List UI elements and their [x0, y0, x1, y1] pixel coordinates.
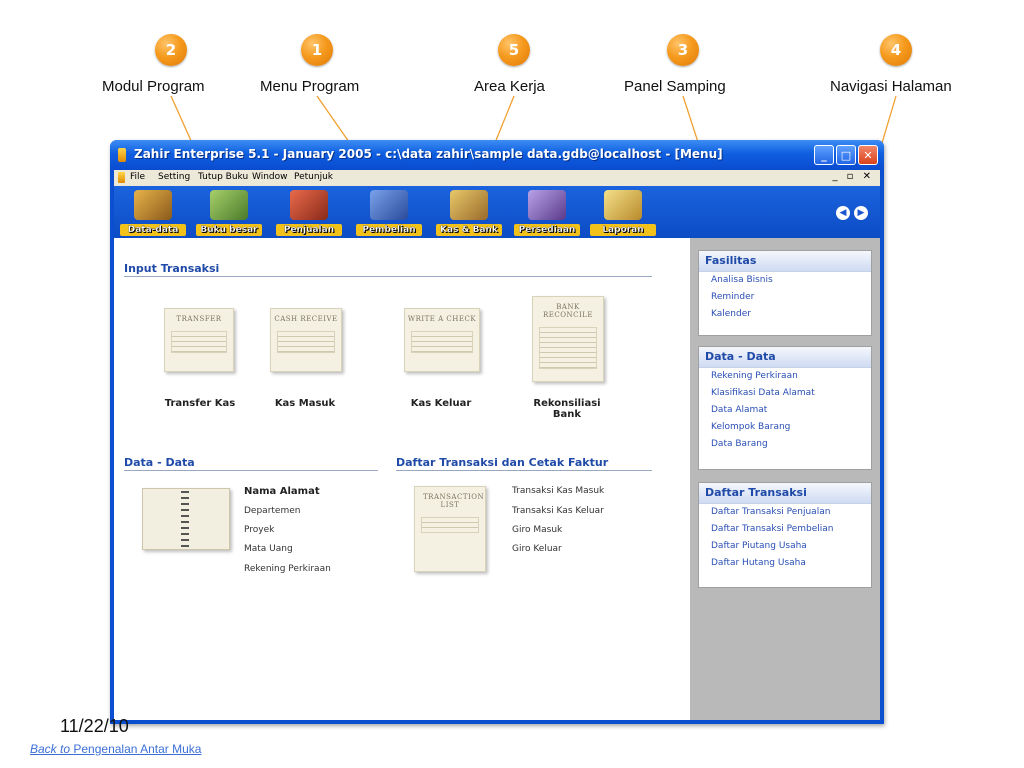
- section-divider: [396, 470, 652, 471]
- callout-label-modul-program: Modul Program: [102, 78, 205, 95]
- section-title-data-data: Data - Data: [124, 456, 195, 469]
- module-pembelian-button[interactable]: Pembelian: [356, 190, 422, 236]
- kas-masuk-label[interactable]: Kas Masuk: [255, 398, 355, 409]
- module-buku-besar-button[interactable]: Buku besar: [196, 190, 262, 236]
- section-divider: [124, 276, 652, 277]
- side-link-kelompok-barang[interactable]: Kelompok Barang: [699, 419, 871, 436]
- callout-badge-2: 2: [155, 34, 187, 66]
- menu-bar: File Setting Tutup Buku Window Petunjuk …: [114, 170, 880, 186]
- app-icon: [118, 148, 126, 162]
- menu-item-file[interactable]: File: [130, 172, 145, 182]
- module-toolbar: Data-data Buku besar Penjualan Pembelian…: [114, 186, 880, 238]
- panel-title-fasilitas: Fasilitas: [699, 251, 871, 272]
- minimize-button[interactable]: _: [814, 145, 834, 165]
- menu-item-window[interactable]: Window: [252, 172, 288, 182]
- notebook-icon[interactable]: [142, 488, 230, 550]
- data-link-nama-alamat[interactable]: Nama Alamat: [244, 486, 320, 497]
- panel-data-data: Data - Data Rekening Perkiraan Klasifika…: [698, 346, 872, 470]
- menu-item-petunjuk[interactable]: Petunjuk: [294, 172, 333, 182]
- tools-icon: [134, 190, 172, 220]
- page-prev-button[interactable]: ◀: [836, 206, 850, 220]
- transfer-kas-card[interactable]: TRANSFER: [164, 308, 234, 372]
- page-next-button[interactable]: ▶: [854, 206, 868, 220]
- module-data-data-button[interactable]: Data-data: [120, 190, 186, 236]
- module-penjualan-button[interactable]: Penjualan: [276, 190, 342, 236]
- side-link-kalender[interactable]: Kalender: [699, 306, 871, 323]
- side-panel: Fasilitas Analisa Bisnis Reminder Kalend…: [690, 238, 880, 720]
- panel-title-data-data: Data - Data: [699, 347, 871, 368]
- section-title-input-transaksi: Input Transaksi: [124, 262, 220, 275]
- cart-icon: [370, 190, 408, 220]
- module-persediaan-button[interactable]: Persediaan: [514, 190, 580, 236]
- kas-masuk-card[interactable]: CASH RECEIVE: [270, 308, 342, 372]
- kas-keluar-card[interactable]: WRITE A CHECK: [404, 308, 480, 372]
- work-area: Input Transaksi TRANSFER Transfer Kas CA…: [114, 238, 690, 720]
- daftar-link-giro-masuk[interactable]: Giro Masuk: [512, 525, 562, 535]
- inventory-icon: [528, 190, 566, 220]
- callout-badge-5: 5: [498, 34, 530, 66]
- maximize-button[interactable]: □: [836, 145, 856, 165]
- side-link-daftar-transaksi-pembelian[interactable]: Daftar Transaksi Pembelian: [699, 521, 871, 538]
- side-link-rekening-perkiraan[interactable]: Rekening Perkiraan: [699, 368, 871, 385]
- panel-daftar-transaksi: Daftar Transaksi Daftar Transaksi Penjua…: [698, 482, 872, 588]
- callout-badge-3: 3: [667, 34, 699, 66]
- module-laporan-button[interactable]: Laporan: [590, 190, 656, 236]
- side-link-data-alamat[interactable]: Data Alamat: [699, 402, 871, 419]
- side-link-reminder[interactable]: Reminder: [699, 289, 871, 306]
- report-icon: [604, 190, 642, 220]
- data-link-rekening-perkiraan[interactable]: Rekening Perkiraan: [244, 564, 331, 574]
- rekonsiliasi-bank-label[interactable]: Rekonsiliasi Bank: [522, 398, 612, 420]
- side-link-daftar-piutang-usaha[interactable]: Daftar Piutang Usaha: [699, 538, 871, 555]
- side-link-analisa-bisnis[interactable]: Analisa Bisnis: [699, 272, 871, 289]
- daftar-link-giro-keluar[interactable]: Giro Keluar: [512, 544, 562, 554]
- slide-date: 11/22/10: [60, 716, 129, 736]
- kas-keluar-label[interactable]: Kas Keluar: [391, 398, 491, 409]
- section-divider: [124, 470, 378, 471]
- document-icon: [118, 172, 125, 183]
- shopping-basket-icon: [290, 190, 328, 220]
- callout-badge-1: 1: [301, 34, 333, 66]
- data-link-departemen[interactable]: Departemen: [244, 506, 300, 516]
- side-link-daftar-transaksi-penjualan[interactable]: Daftar Transaksi Penjualan: [699, 504, 871, 521]
- cash-bank-icon: [450, 190, 488, 220]
- menu-item-tutup-buku[interactable]: Tutup Buku: [198, 172, 248, 182]
- rekonsiliasi-bank-card[interactable]: BANK RECONCILE: [532, 296, 604, 382]
- window-title: Zahir Enterprise 5.1 - January 2005 - c:…: [134, 147, 723, 161]
- data-link-proyek[interactable]: Proyek: [244, 525, 274, 535]
- side-link-data-barang[interactable]: Data Barang: [699, 436, 871, 453]
- daftar-link-transaksi-kas-keluar[interactable]: Transaksi Kas Keluar: [512, 506, 604, 516]
- panel-title-daftar-transaksi: Daftar Transaksi: [699, 483, 871, 504]
- callout-label-navigasi-halaman: Navigasi Halaman: [830, 78, 952, 95]
- menu-item-setting[interactable]: Setting: [158, 172, 190, 182]
- side-link-klasifikasi-data-alamat[interactable]: Klasifikasi Data Alamat: [699, 385, 871, 402]
- callout-label-menu-program: Menu Program: [260, 78, 360, 95]
- title-bar[interactable]: Zahir Enterprise 5.1 - January 2005 - c:…: [110, 140, 884, 170]
- section-title-daftar-transaksi: Daftar Transaksi dan Cetak Faktur: [396, 456, 609, 469]
- mdi-window-controls[interactable]: _ ▫ ✕: [832, 171, 874, 182]
- transaction-list-card[interactable]: TRANSACTION LIST: [414, 486, 486, 572]
- close-button[interactable]: ✕: [858, 145, 878, 165]
- module-kas-bank-button[interactable]: Kas & Bank: [436, 190, 502, 236]
- back-link[interactable]: Back to Pengenalan Antar Muka: [30, 742, 201, 756]
- app-window: Zahir Enterprise 5.1 - January 2005 - c:…: [110, 140, 884, 724]
- callout-label-panel-samping: Panel Samping: [624, 78, 726, 95]
- panel-fasilitas: Fasilitas Analisa Bisnis Reminder Kalend…: [698, 250, 872, 336]
- callout-badge-4: 4: [880, 34, 912, 66]
- transfer-kas-label[interactable]: Transfer Kas: [150, 398, 250, 409]
- ledger-book-icon: [210, 190, 248, 220]
- daftar-link-transaksi-kas-masuk[interactable]: Transaksi Kas Masuk: [512, 486, 604, 496]
- data-link-mata-uang[interactable]: Mata Uang: [244, 544, 293, 554]
- callout-label-area-kerja: Area Kerja: [474, 78, 545, 95]
- side-link-daftar-hutang-usaha[interactable]: Daftar Hutang Usaha: [699, 555, 871, 572]
